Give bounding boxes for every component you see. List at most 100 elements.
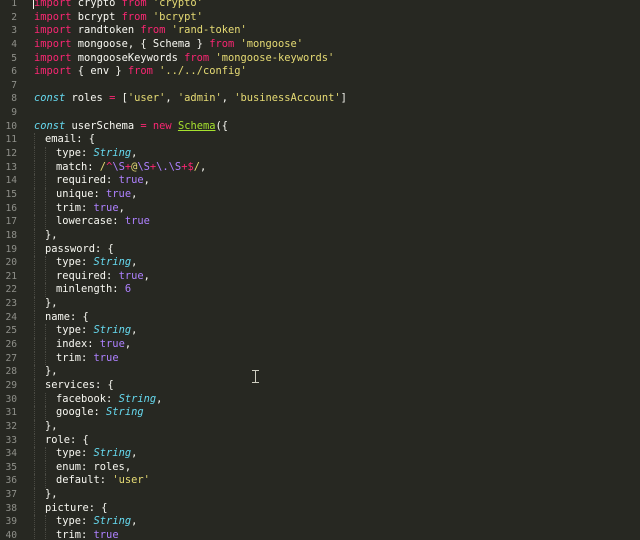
code-token: from (127, 65, 153, 78)
code-token: true (93, 528, 119, 540)
code-line[interactable]: 31 google: String (0, 406, 640, 420)
line-number: 30 (5, 393, 17, 405)
code-line[interactable]: 29 services: { (0, 378, 640, 393)
code-text: picture: { (45, 502, 108, 516)
code-line[interactable]: 2 import bcrypt from 'bcrypt' (0, 11, 640, 25)
code-token: required: (56, 174, 119, 187)
code-token: from (121, 10, 147, 23)
code-token: }, (45, 419, 58, 432)
code-text: import crypto from 'crypto' (34, 0, 203, 11)
code-line[interactable]: 9 (0, 106, 640, 120)
indent-guide (45, 474, 46, 489)
code-token: 6 (124, 283, 132, 296)
indent-guide (45, 460, 46, 475)
code-token: String (93, 256, 132, 269)
code-line[interactable]: 36 default: 'user' (0, 474, 640, 489)
code-line[interactable]: 33 role: { (0, 433, 640, 448)
code-line[interactable]: 24 name: { (0, 310, 640, 325)
code-line[interactable]: 26 index: true, (0, 338, 640, 352)
code-line[interactable]: 13 match: /^\S+@\S+\.\S+$/, (0, 160, 640, 175)
code-token: from (184, 51, 210, 64)
code-line[interactable]: 11 email: { (0, 133, 640, 148)
code-line[interactable]: 27 trim: true (0, 351, 640, 366)
code-text: trim: true (56, 352, 119, 366)
code-line[interactable]: 30 facebook: String, (0, 392, 640, 407)
code-line[interactable]: 39 type: String, (0, 515, 640, 529)
code-text: }, (45, 420, 58, 434)
indent-guide (45, 201, 46, 216)
code-token: , (124, 338, 132, 351)
line-number: 34 (5, 448, 17, 460)
code-line[interactable]: 19 password: { (0, 242, 640, 257)
code-text: lowercase: true (56, 215, 150, 229)
code-line[interactable]: 34 type: String, (0, 447, 640, 461)
code-line[interactable]: 21 required: true, (0, 269, 640, 284)
code-line[interactable]: 38 picture: { (0, 501, 640, 516)
indent-guide (45, 187, 46, 202)
code-token: 'user' (112, 474, 150, 487)
indent-guide (34, 474, 35, 489)
code-token: , (131, 187, 138, 200)
code-lines[interactable]: 1 import crypto from 'crypto' 2 import bcry… (0, 0, 640, 540)
indent-guide (45, 283, 46, 298)
code-token: import (34, 37, 72, 50)
code-line[interactable]: 28}, (0, 365, 640, 379)
line-number: 3 (11, 25, 17, 37)
code-line[interactable]: 35 enum: roles, (0, 460, 640, 475)
code-line[interactable]: 10 const userSchema = new Schema({ (0, 120, 640, 134)
code-text: }, (45, 488, 58, 502)
code-line[interactable]: 37}, (0, 488, 640, 502)
code-token: import (34, 24, 72, 37)
code-text: match: /^\S+@\S+\.\S+$/, (56, 161, 206, 175)
code-token: required: (56, 269, 119, 282)
indent-guide (45, 515, 46, 529)
code-line[interactable]: 23}, (0, 297, 640, 311)
indent-guide (45, 351, 46, 366)
code-text: }, (45, 365, 58, 379)
code-token: trim: (56, 351, 94, 364)
code-editor[interactable]: 1 import crypto from 'crypto' 2 import bcry… (0, 0, 640, 540)
code-line[interactable]: 16 trim: true, (0, 201, 640, 216)
line-number: 19 (5, 243, 17, 255)
indent-guide (45, 338, 46, 352)
code-line[interactable]: 1 import crypto from 'crypto' (0, 0, 640, 11)
code-line[interactable]: 17 lowercase: true (0, 215, 640, 229)
indent-guide (34, 433, 35, 448)
code-text: type: String, (56, 324, 137, 338)
code-line[interactable]: 4 import mongoose, { Schema } from 'mongo… (0, 38, 640, 52)
code-token: true (124, 215, 150, 228)
line-number: 28 (5, 366, 17, 378)
indent-guide (34, 242, 35, 257)
code-line[interactable]: 15 unique: true, (0, 187, 640, 202)
code-line[interactable]: 40 trim: true (0, 528, 640, 540)
code-text: google: String (56, 406, 144, 420)
code-token: const (34, 119, 66, 132)
code-token: import (34, 0, 72, 9)
code-token: from (121, 0, 147, 9)
indent-guide (34, 338, 35, 352)
code-text: unique: true, (56, 188, 137, 202)
code-line[interactable]: 5 import mongooseKeywords from 'mongoose-… (0, 52, 640, 66)
code-line[interactable]: 25 type: String, (0, 324, 640, 339)
code-line[interactable]: 32}, (0, 419, 640, 434)
code-line[interactable]: 8 const roles = ['user', 'admin', 'busine… (0, 92, 640, 106)
line-number: 14 (5, 175, 17, 187)
code-line[interactable]: 20 type: String, (0, 256, 640, 270)
code-line[interactable]: 3 import randtoken from 'rand-token' (0, 24, 640, 38)
code-line[interactable]: 18}, (0, 228, 640, 243)
code-token: google: (56, 406, 107, 419)
indent-guide (34, 406, 35, 420)
code-line[interactable]: 12 type: String, (0, 147, 640, 161)
code-line[interactable]: 22 minlength: 6 (0, 283, 640, 298)
code-token: \S (137, 160, 150, 173)
code-token: true (93, 351, 119, 364)
code-token: 'rand-token' (171, 24, 247, 37)
code-token: , (131, 515, 138, 528)
indent-guide (34, 201, 35, 216)
code-line[interactable]: 14 required: true, (0, 174, 640, 188)
indent-guide (45, 174, 46, 188)
code-line[interactable]: 7 (0, 79, 640, 93)
code-line[interactable]: 6 import { env } from '../../config' (0, 65, 640, 79)
code-text: required: true, (56, 174, 150, 188)
code-token: , (118, 201, 125, 214)
